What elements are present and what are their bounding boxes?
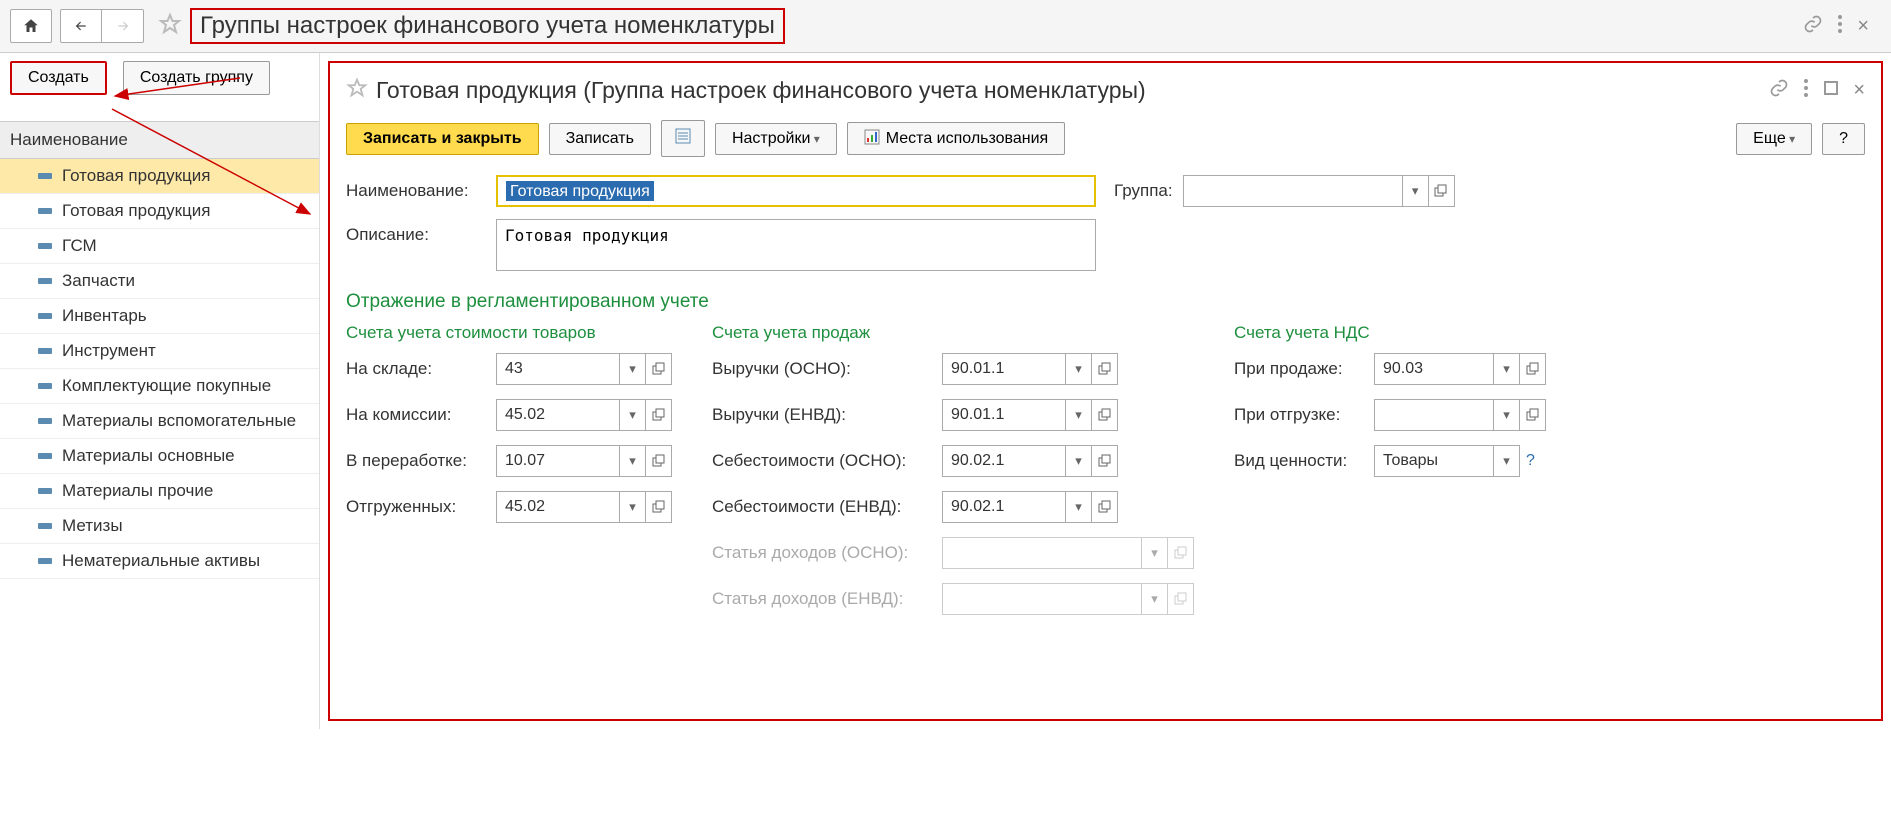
account-picker-commission[interactable]: 45.02▾ — [496, 399, 672, 431]
account-picker-shipped[interactable]: 45.02▾ — [496, 491, 672, 523]
list-column-header[interactable]: Наименование — [0, 121, 319, 159]
more-dropdown-button[interactable]: Еще — [1736, 123, 1812, 155]
desc-label: Описание: — [346, 219, 496, 245]
form-close-icon[interactable]: × — [1853, 79, 1865, 102]
account-picker-stock[interactable]: 43▾ — [496, 353, 672, 385]
account-picker-processing[interactable]: 10.07▾ — [496, 445, 672, 477]
create-group-button[interactable]: Создать группу — [123, 61, 270, 95]
forward-button[interactable] — [102, 9, 144, 43]
account-picker-cost-envd[interactable]: 90.02.1▾ — [942, 491, 1118, 523]
list-item[interactable]: Метизы — [0, 509, 319, 544]
name-label: Наименование: — [346, 175, 496, 201]
account-picker-vat-ship[interactable]: ▾ — [1374, 399, 1546, 431]
dropdown-icon[interactable]: ▾ — [1403, 175, 1429, 207]
account-picker-cost-osno[interactable]: 90.02.1▾ — [942, 445, 1118, 477]
account-picker-income-envd: ▾ — [942, 583, 1194, 615]
favorite-star-icon[interactable] — [158, 12, 182, 41]
group-label: Группа: — [1114, 181, 1173, 201]
value-type-picker[interactable]: Товары▾ — [1374, 445, 1520, 477]
help-button[interactable]: ? — [1822, 123, 1865, 155]
close-icon[interactable]: × — [1857, 15, 1869, 38]
form-link-icon[interactable] — [1769, 78, 1789, 103]
kebab-menu-icon[interactable] — [1837, 14, 1843, 39]
list-item[interactable]: Готовая продукция — [0, 194, 319, 229]
list-item[interactable]: Запчасти — [0, 264, 319, 299]
list-item[interactable]: ГСМ — [0, 229, 319, 264]
list-item[interactable]: Комплектующие покупные — [0, 369, 319, 404]
list-item[interactable]: Инструмент — [0, 334, 319, 369]
account-picker-income-osno: ▾ — [942, 537, 1194, 569]
list-item[interactable]: Материалы вспомогательные — [0, 404, 319, 439]
list-item[interactable]: Инвентарь — [0, 299, 319, 334]
list-item[interactable]: Нематериальные активы — [0, 544, 319, 579]
form-favorite-star-icon[interactable] — [346, 77, 368, 104]
account-picker-vat-sale[interactable]: 90.03▾ — [1374, 353, 1546, 385]
home-button[interactable] — [10, 9, 52, 43]
form-kebab-icon[interactable] — [1803, 78, 1809, 103]
usages-button[interactable]: Места использования — [847, 122, 1065, 155]
list-item[interactable]: Материалы основные — [0, 439, 319, 474]
desc-textarea[interactable] — [496, 219, 1096, 271]
back-button[interactable] — [60, 9, 102, 43]
subsection-cost: Счета учета стоимости товаров — [346, 323, 672, 343]
hint-icon[interactable]: ? — [1526, 452, 1535, 470]
account-picker-rev-osno[interactable]: 90.01.1▾ — [942, 353, 1118, 385]
subsection-sales: Счета учета продаж — [712, 323, 1194, 343]
list-icon-button[interactable] — [661, 120, 705, 157]
page-title: Группы настроек финансового учета номенк… — [190, 8, 785, 44]
create-button[interactable]: Создать — [10, 61, 107, 95]
link-icon[interactable] — [1803, 14, 1823, 39]
subsection-vat: Счета учета НДС — [1234, 323, 1546, 343]
form-title: Готовая продукция (Группа настроек финан… — [376, 77, 1146, 104]
save-button[interactable]: Записать — [549, 123, 651, 155]
group-picker[interactable]: ▾ — [1183, 175, 1455, 207]
save-close-button[interactable]: Записать и закрыть — [346, 123, 539, 155]
form-maximize-icon[interactable] — [1823, 80, 1839, 101]
account-picker-rev-envd[interactable]: 90.01.1▾ — [942, 399, 1118, 431]
list-item[interactable]: Материалы прочие — [0, 474, 319, 509]
open-icon[interactable] — [1429, 175, 1455, 207]
section-heading: Отражение в регламентированном учете — [346, 291, 1865, 313]
list-item[interactable]: Готовая продукция — [0, 159, 319, 194]
name-input[interactable]: Готовая продукция — [496, 175, 1096, 207]
settings-dropdown-button[interactable]: Настройки — [715, 123, 837, 155]
